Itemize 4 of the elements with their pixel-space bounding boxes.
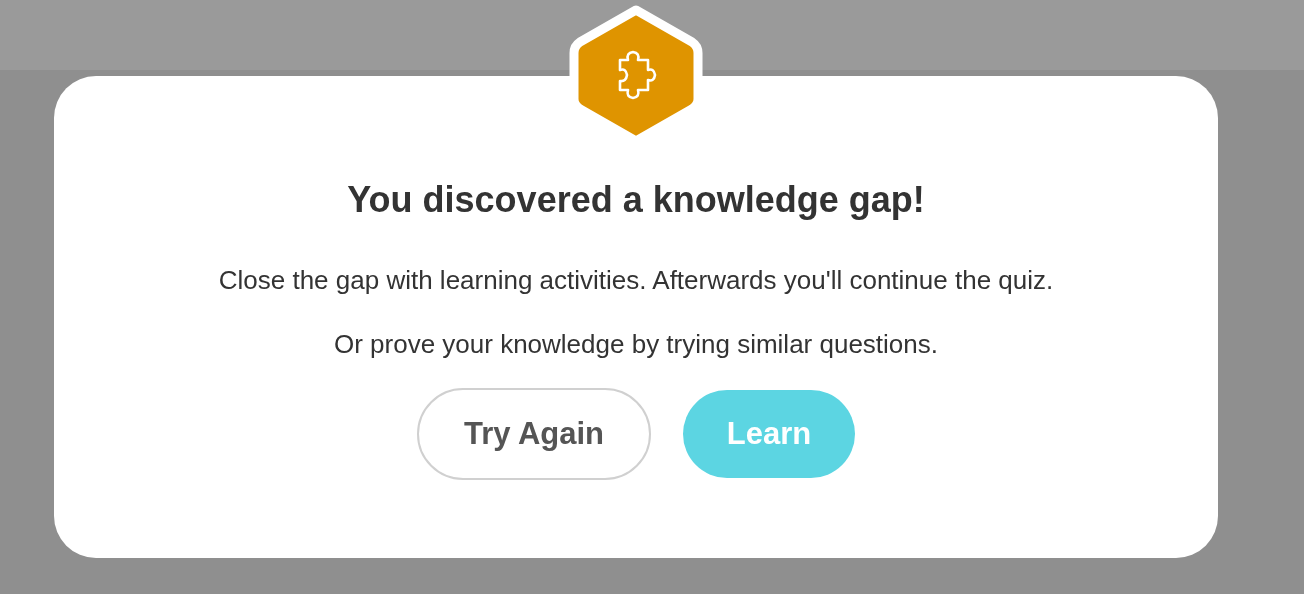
dialog-message: Or prove your knowledge by trying similar questions.	[332, 328, 939, 361]
dialog-message: Close the gap with learning activities. Afterwards you'll continue the quiz.	[217, 264, 1055, 297]
try-again-button[interactable]: Try Again	[417, 388, 651, 480]
dialog-title: You discovered a knowledge gap!	[346, 178, 926, 222]
